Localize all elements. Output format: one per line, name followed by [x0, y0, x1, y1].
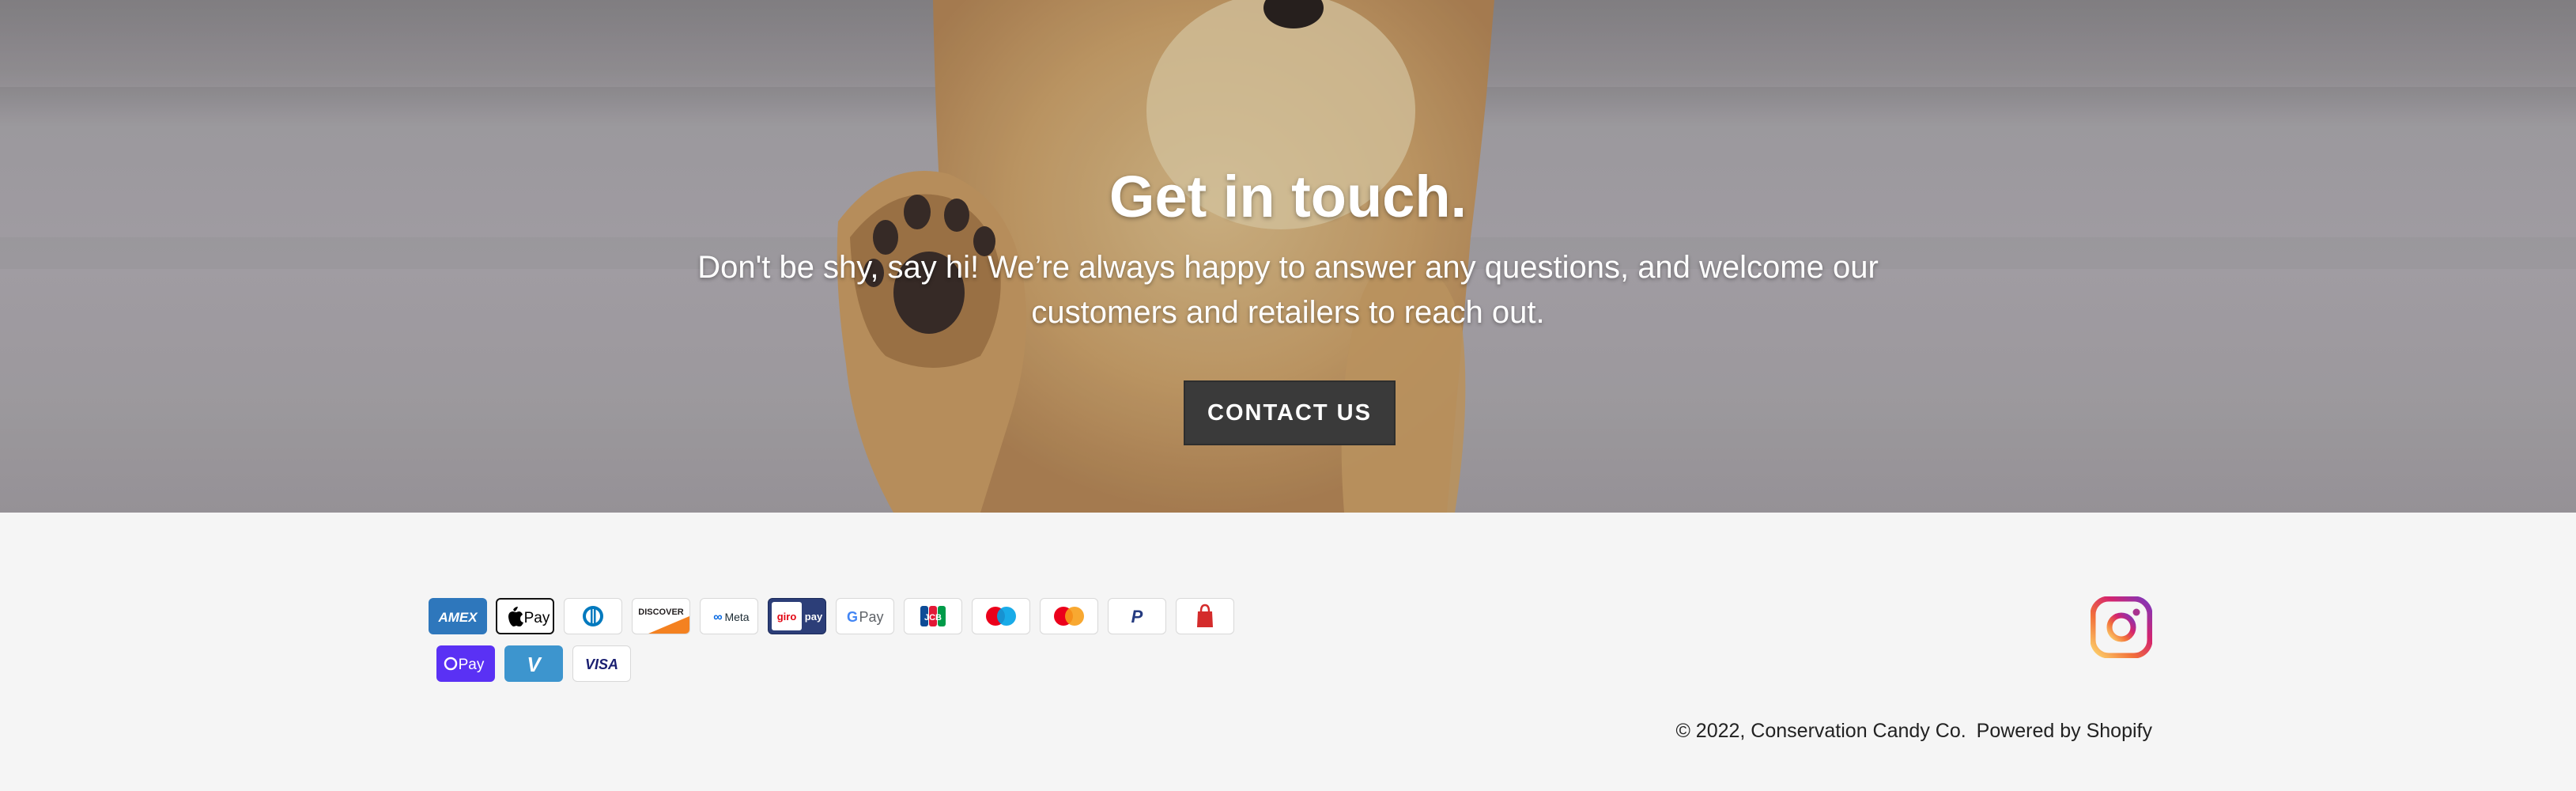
meta-label: Meta — [724, 611, 749, 623]
discover-icon: DISCOVER — [632, 598, 690, 634]
apple-pay-icon: Pay — [496, 598, 554, 634]
giropay-icon: giro pay — [768, 598, 826, 634]
amex-label: AMEX — [437, 610, 478, 625]
diners-club-icon — [564, 598, 622, 634]
shop-pay-label: Pay — [459, 657, 485, 673]
hero-content: Get in touch. Don't be shy, say hi! We’r… — [0, 0, 2576, 513]
visa-icon: VISA — [572, 645, 631, 682]
jcb-label: JCB — [924, 613, 942, 623]
hero-title: Get in touch. — [1109, 164, 1467, 229]
jcb-icon: JCB — [904, 598, 962, 634]
apple-pay-label: Pay — [524, 610, 550, 626]
meta-pay-icon: ∞ Meta — [700, 598, 758, 634]
shop-pay-icon: Pay — [436, 645, 495, 682]
powered-by-shopify-link[interactable]: Powered by Shopify — [1977, 720, 2152, 742]
paypal-label: P — [1131, 607, 1143, 626]
contact-us-button[interactable]: CONTACT US — [1184, 380, 1396, 445]
visa-label: VISA — [585, 657, 618, 672]
mastercard-icon — [1040, 598, 1098, 634]
maestro-icon — [972, 598, 1030, 634]
paypal-icon: P — [1108, 598, 1166, 634]
hero-description: Don't be shy, say hi! We’re always happy… — [697, 250, 1879, 330]
venmo-icon: V — [504, 645, 563, 682]
svg-text:giro: giro — [777, 611, 797, 623]
venmo-label: V — [527, 653, 542, 676]
google-pay-icon: G Pay — [836, 598, 894, 634]
copyright-text: © 2022, Conservation Candy Co. — [1675, 720, 1966, 742]
amex-icon: AMEX — [429, 598, 487, 634]
instagram-icon[interactable] — [2090, 596, 2153, 659]
discover-label: DISCOVER — [638, 607, 684, 617]
svg-text:pay: pay — [805, 611, 823, 623]
svg-text:Pay: Pay — [859, 609, 883, 625]
site-footer — [0, 513, 2576, 791]
svg-text:G: G — [847, 609, 858, 625]
shop-bag-icon — [1176, 598, 1234, 634]
svg-text:∞: ∞ — [713, 611, 722, 624]
footer-copyright-line: © 2022, Conservation Candy Co. Powered b… — [1581, 720, 2152, 743]
hero-banner: Get in touch. Don't be shy, say hi! We’r… — [0, 0, 2576, 513]
